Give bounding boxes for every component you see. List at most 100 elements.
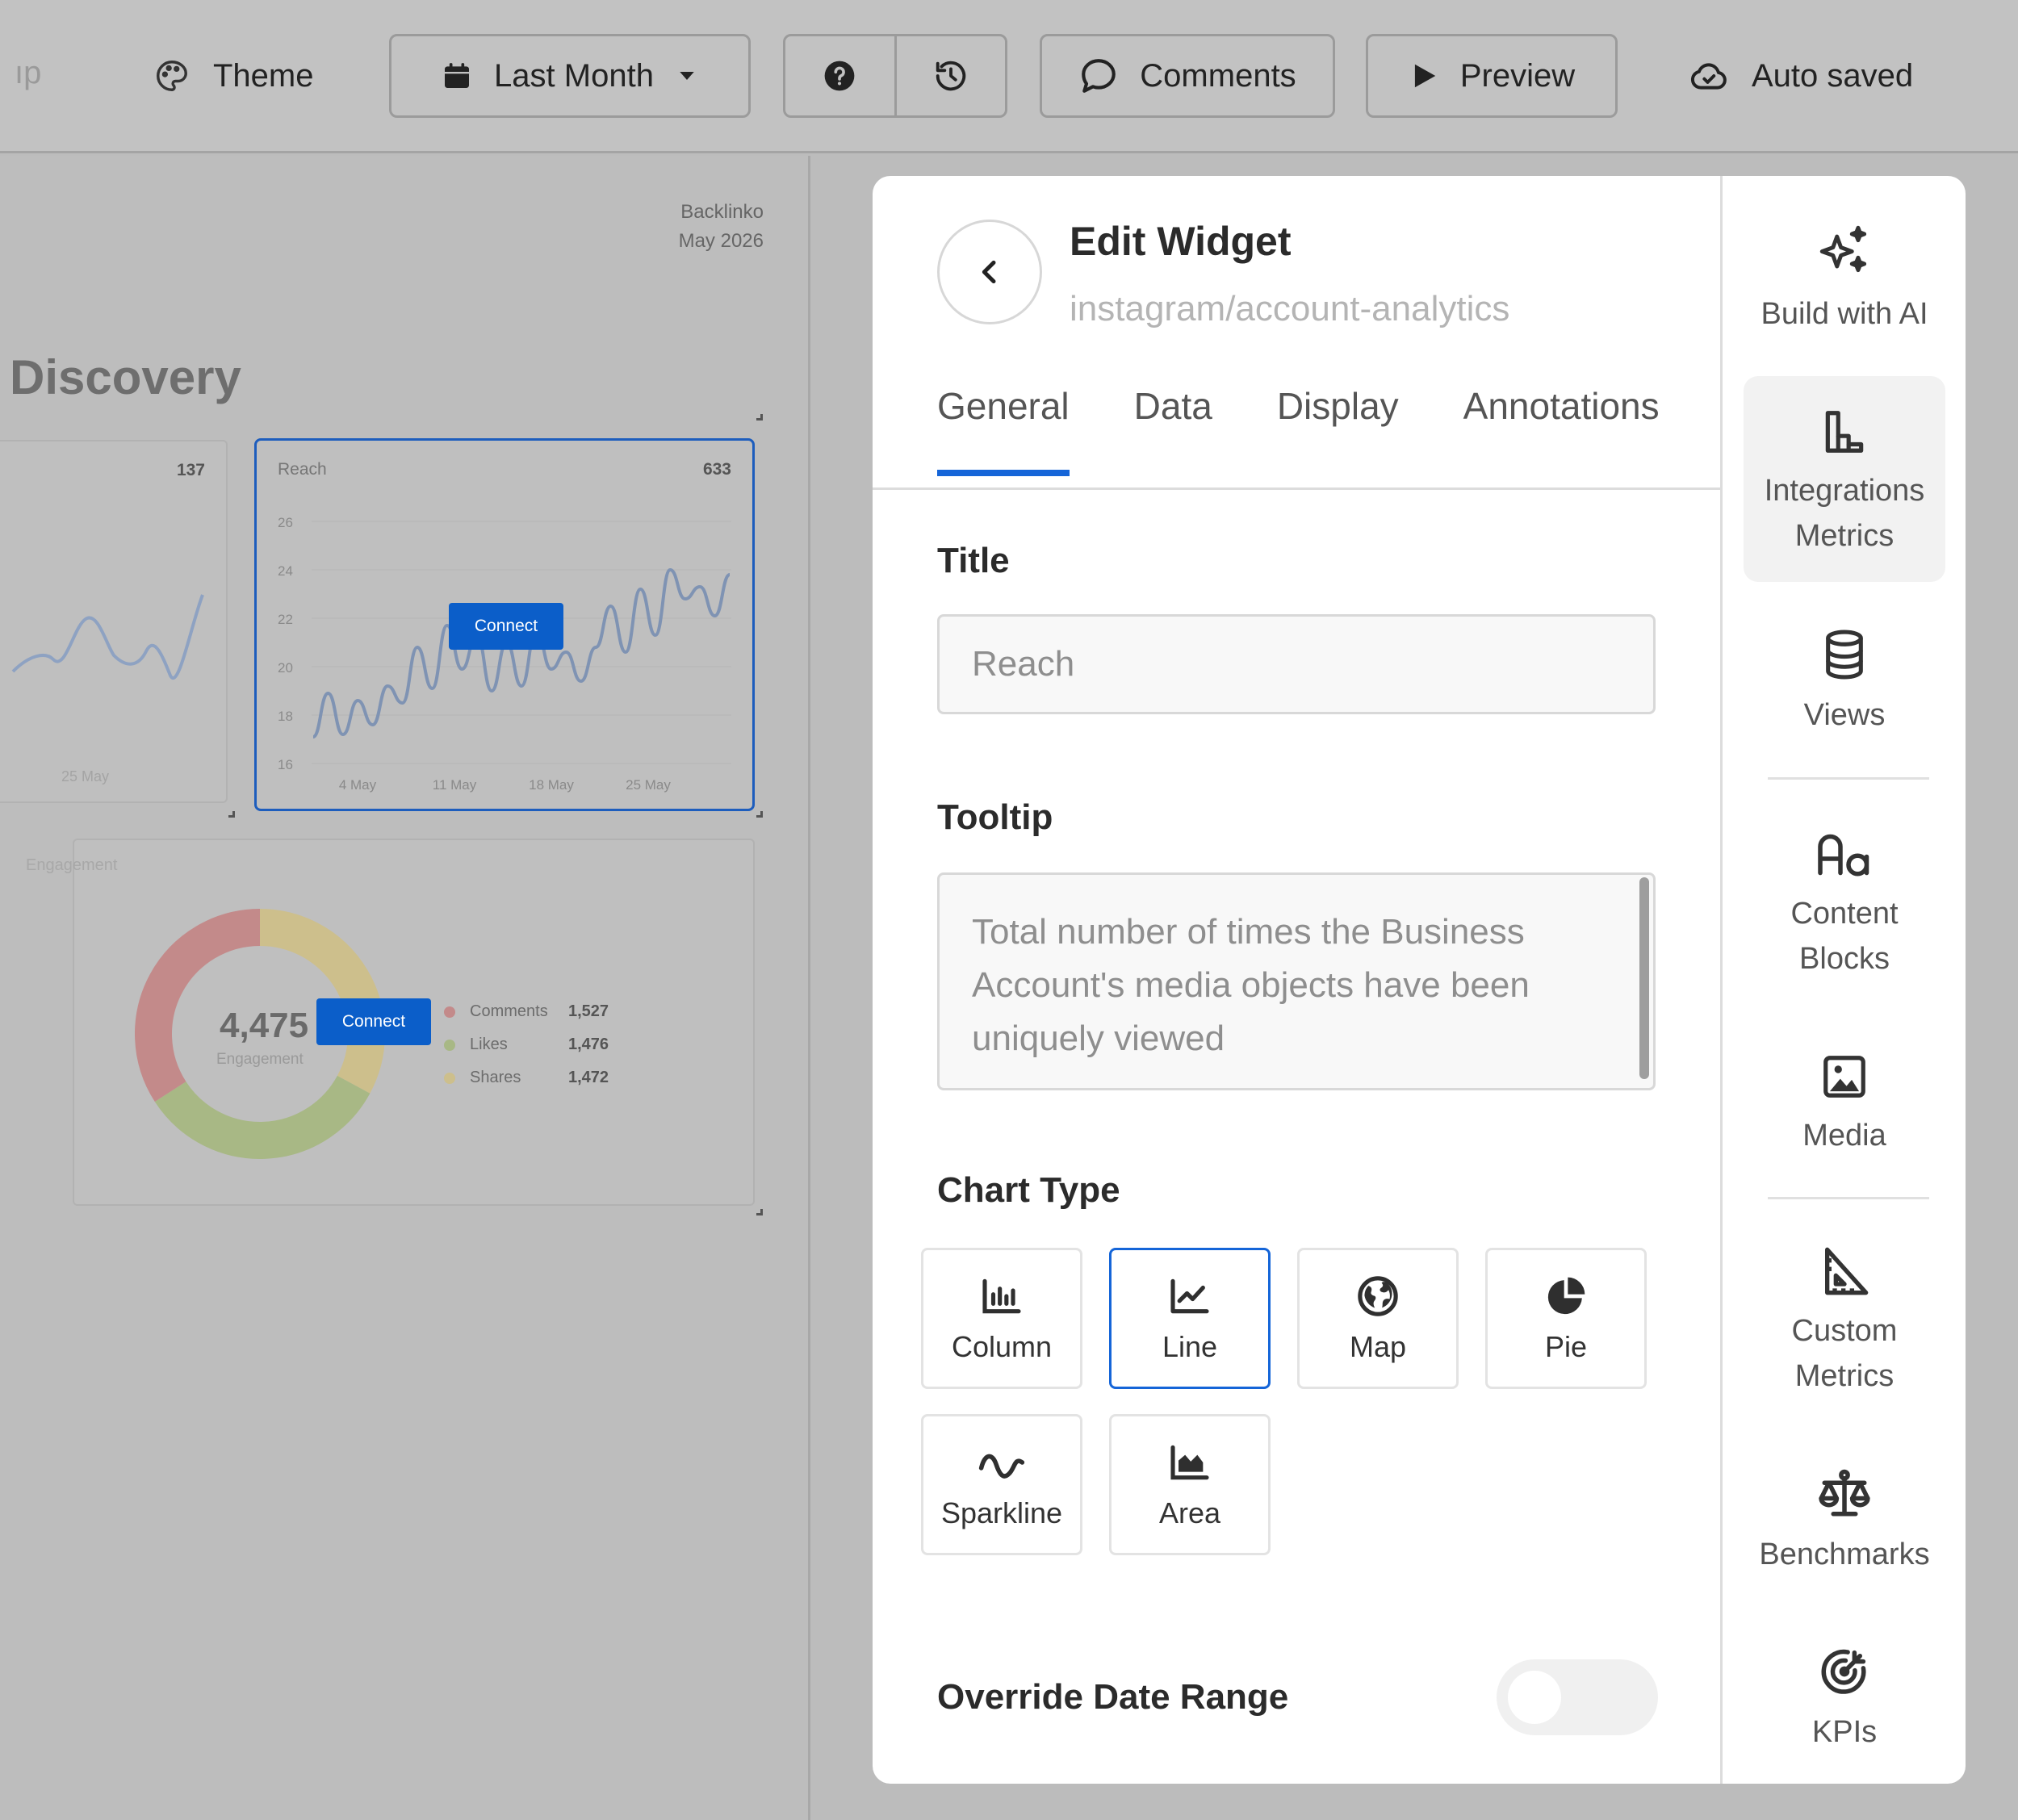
chart-type-label: Line bbox=[1162, 1329, 1218, 1363]
line-chart-icon bbox=[1167, 1274, 1212, 1319]
rail-item-label: Views bbox=[1803, 698, 1886, 732]
chart-type-label: Column bbox=[951, 1329, 1053, 1363]
legend-item: Shares 1,472 bbox=[444, 1061, 609, 1094]
legend-value: 1,476 bbox=[568, 1036, 609, 1053]
report-period: May 2026 bbox=[678, 230, 764, 252]
widget-value: 137 bbox=[176, 461, 205, 479]
rail-item-views[interactable]: Views bbox=[1744, 628, 1945, 738]
chart-type-sparkline[interactable]: Sparkline bbox=[921, 1414, 1082, 1555]
panel-main: Edit Widget instagram/account-analytics … bbox=[873, 176, 1720, 1784]
legend-swatch bbox=[444, 1072, 455, 1084]
chart-type-label: Map bbox=[1349, 1329, 1407, 1363]
calendar-icon bbox=[441, 60, 473, 92]
rail-divider bbox=[1768, 777, 1929, 780]
area-chart-icon bbox=[1167, 1440, 1212, 1485]
tab-display[interactable]: Display bbox=[1277, 384, 1399, 476]
legend-item: Likes 1,476 bbox=[444, 1028, 609, 1061]
chart-type-label: Sparkline bbox=[940, 1496, 1063, 1529]
widget-card-previous[interactable]: 137 25 May bbox=[0, 440, 228, 803]
chart-type-line[interactable]: Line bbox=[1109, 1248, 1271, 1389]
connect-button[interactable]: Connect bbox=[449, 603, 563, 650]
panel-subtitle: instagram/account-analytics bbox=[1070, 289, 1510, 328]
legend-swatch bbox=[444, 1039, 455, 1051]
ruler-triangle-icon bbox=[1819, 1245, 1870, 1297]
tab-general[interactable]: General bbox=[937, 384, 1070, 476]
back-button[interactable] bbox=[937, 220, 1042, 324]
title-input[interactable] bbox=[937, 614, 1656, 714]
reach-series-line bbox=[312, 567, 731, 738]
resize-handle[interactable] bbox=[756, 811, 763, 818]
rail-item-kpis[interactable]: KPIs bbox=[1744, 1645, 1945, 1755]
x-tick-label: 18 May bbox=[529, 777, 574, 793]
chart-type-pie[interactable]: Pie bbox=[1485, 1248, 1647, 1389]
rail-item-content-blocks[interactable]: Content Blocks bbox=[1744, 830, 1945, 981]
widget-library-rail: Build with AI Integrations Metrics Views… bbox=[1720, 176, 1966, 1784]
y-tick-label: 26 bbox=[278, 515, 293, 530]
tab-annotations[interactable]: Annotations bbox=[1463, 384, 1660, 476]
tabs-divider bbox=[873, 487, 1720, 490]
reach-widget-card[interactable]: Reach 633 16 18 20 22 24 26 4 May 11 May 18 May 2… bbox=[254, 438, 755, 811]
help-history-group bbox=[783, 34, 1007, 118]
x-tick-label: 11 May bbox=[433, 777, 477, 793]
y-tick-label: 16 bbox=[278, 757, 293, 772]
chart-type-label: Area bbox=[1158, 1496, 1221, 1529]
mini-line-chart bbox=[11, 594, 204, 680]
y-tick-label: 24 bbox=[278, 563, 293, 579]
autosave-status: Auto saved bbox=[1689, 34, 1913, 118]
x-tick-label: 4 May bbox=[339, 777, 377, 793]
report-canvas: Backlinko May 2026 Discovery 137 25 May … bbox=[0, 156, 810, 1820]
chart-type-column[interactable]: Column bbox=[921, 1248, 1082, 1389]
resize-handle[interactable] bbox=[228, 811, 235, 818]
caret-down-icon bbox=[675, 64, 699, 88]
date-range-dropdown[interactable]: Last Month bbox=[389, 34, 751, 118]
override-date-range-toggle[interactable] bbox=[1497, 1659, 1658, 1735]
palette-icon bbox=[153, 57, 190, 94]
tooltip-textarea[interactable]: Total number of times the Business Accou… bbox=[937, 872, 1656, 1090]
legend-value: 1,472 bbox=[568, 1069, 609, 1086]
tab-data[interactable]: Data bbox=[1134, 384, 1212, 476]
history-button[interactable] bbox=[894, 36, 1006, 115]
chart-type-map[interactable]: Map bbox=[1297, 1248, 1459, 1389]
integrations-chart-icon bbox=[1819, 407, 1869, 457]
tooltip-field-wrapper: Total number of times the Business Accou… bbox=[937, 872, 1656, 1090]
override-date-range-label: Override Date Range bbox=[937, 1677, 1289, 1717]
resize-handle[interactable] bbox=[756, 1209, 763, 1215]
globe-icon bbox=[1355, 1274, 1400, 1319]
resize-handle[interactable] bbox=[756, 414, 763, 420]
rail-item-custom-metrics[interactable]: Custom Metrics bbox=[1744, 1245, 1945, 1399]
panel-title: Edit Widget bbox=[1070, 219, 1292, 264]
comment-bubble-icon bbox=[1078, 56, 1119, 96]
rail-item-integrations-metrics[interactable]: Integrations Metrics bbox=[1744, 376, 1945, 582]
autosave-label: Auto saved bbox=[1752, 57, 1914, 94]
donut-total-label: Engagement bbox=[216, 1051, 304, 1068]
typography-icon bbox=[1816, 830, 1873, 880]
report-brand-name: Backlinko bbox=[680, 201, 764, 223]
truncated-toolbar-item[interactable]: ıp bbox=[15, 55, 41, 91]
sparkline-icon bbox=[978, 1440, 1026, 1485]
y-tick-label: 22 bbox=[278, 612, 293, 627]
widget-title: Engagement bbox=[26, 856, 118, 874]
connect-button[interactable]: Connect bbox=[316, 998, 431, 1045]
y-tick-label: 20 bbox=[278, 660, 293, 676]
legend-name: Comments bbox=[470, 1002, 548, 1020]
donut-slice bbox=[154, 1075, 371, 1159]
tooltip-scrollbar[interactable] bbox=[1639, 877, 1649, 1079]
rail-item-label: Integrations Metrics bbox=[1764, 474, 1925, 553]
rail-item-media[interactable]: Media bbox=[1744, 1052, 1945, 1158]
preview-button[interactable]: Preview bbox=[1366, 34, 1618, 118]
chart-type-label: Pie bbox=[1544, 1329, 1588, 1363]
history-icon bbox=[932, 57, 969, 94]
rail-item-benchmarks[interactable]: Benchmarks bbox=[1744, 1467, 1945, 1577]
pie-chart-icon bbox=[1543, 1274, 1589, 1319]
preview-label: Preview bbox=[1459, 57, 1576, 94]
rail-divider bbox=[1768, 1197, 1929, 1199]
theme-button[interactable]: Theme bbox=[153, 34, 314, 118]
comments-button[interactable]: Comments bbox=[1040, 34, 1335, 118]
rail-item-build-with-ai[interactable]: Build with AI bbox=[1744, 220, 1945, 337]
panel-tabs: General Data Display Annotations bbox=[937, 384, 1660, 476]
rail-item-label: Build with AI bbox=[1761, 297, 1928, 331]
x-tick-label: 25 May bbox=[61, 768, 110, 784]
help-button[interactable] bbox=[785, 36, 894, 115]
chevron-left-icon bbox=[973, 256, 1006, 288]
chart-type-area[interactable]: Area bbox=[1109, 1414, 1271, 1555]
